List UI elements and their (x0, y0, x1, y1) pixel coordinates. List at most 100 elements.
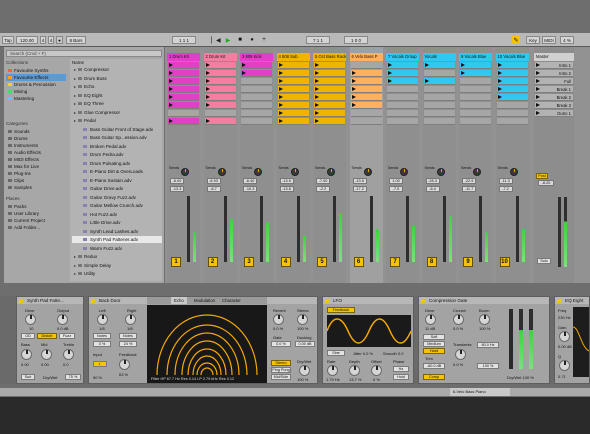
hard-mode-button[interactable]: Hard (423, 348, 445, 354)
send-a-knob[interactable] (217, 168, 226, 176)
empty-clip-slot[interactable] (460, 102, 491, 109)
scene-launch-icon[interactable] (536, 71, 540, 75)
file-item[interactable]: ▸ Compressor (72, 66, 162, 73)
scene-launch[interactable]: Break 2 (535, 94, 573, 101)
clip-slot[interactable] (204, 62, 236, 69)
track-volume[interactable]: -11.3 (498, 178, 513, 184)
volume-fader[interactable] (442, 196, 446, 262)
category-item[interactable]: Max for Live (6, 163, 66, 170)
send-a-knob[interactable] (400, 168, 408, 176)
category-item[interactable]: Plug-Ins (6, 170, 66, 177)
category-item[interactable]: Sounds (6, 128, 66, 135)
expand-arrow-icon[interactable]: ▸ (74, 66, 76, 73)
send-a-knob[interactable] (254, 168, 262, 176)
bass-knob[interactable] (21, 349, 32, 360)
clip-launch-icon[interactable] (351, 87, 356, 91)
collection-item[interactable]: Drums & Percussion (6, 81, 66, 88)
track-activator-button[interactable]: 7 (390, 257, 400, 267)
device-power-icon[interactable] (421, 298, 425, 303)
ducking-value[interactable]: 0.00 dB (295, 341, 315, 347)
device-power-icon[interactable] (325, 298, 329, 303)
thresh-value[interactable]: -60.0 dB (423, 363, 445, 369)
clip-launch-icon[interactable] (315, 103, 319, 107)
empty-clip-slot[interactable] (496, 102, 528, 109)
clip-launch-icon[interactable] (497, 63, 502, 67)
track-activator-button[interactable]: 9 (463, 257, 473, 267)
device-power-icon[interactable] (19, 298, 23, 303)
track-header[interactable]: Vocals (422, 53, 456, 61)
empty-clip-slot[interactable] (387, 102, 418, 109)
clip-slot[interactable] (496, 94, 528, 101)
file-item[interactable]: Bass Guitar Front of Stage.adv (72, 126, 162, 133)
clip-slot[interactable] (387, 70, 418, 77)
clip-launch-icon[interactable] (315, 119, 319, 123)
scene-launch[interactable]: Intro 2 (535, 70, 573, 77)
track-activator-button[interactable]: 10 (499, 257, 510, 267)
clip-slot[interactable] (277, 62, 309, 69)
file-item[interactable]: Bass Guitar Sp...ession.adv (72, 134, 162, 141)
file-item[interactable]: ▸ Redux (72, 253, 162, 260)
collection-item[interactable]: Mixing (6, 88, 66, 95)
empty-clip-slot[interactable] (423, 70, 455, 77)
scene-launch[interactable]: Break 1 (535, 86, 573, 93)
clip-launch-icon[interactable] (315, 87, 319, 91)
send-a-knob[interactable] (290, 168, 299, 176)
clip-launch-icon[interactable] (497, 95, 502, 99)
track-header[interactable]: 3 808 Kick (240, 53, 273, 61)
midi-map-button[interactable]: MIDI (542, 36, 556, 44)
empty-clip-slot[interactable] (423, 102, 455, 109)
clip-launch-icon[interactable] (169, 71, 173, 75)
place-item[interactable]: Current Project (6, 217, 66, 224)
clip-launch-icon[interactable] (278, 103, 283, 107)
empty-clip-slot[interactable] (241, 110, 272, 117)
eq-curve-display[interactable] (572, 307, 590, 377)
boom-knob[interactable] (479, 314, 490, 325)
track-activator-button[interactable]: 1 (171, 257, 181, 267)
metronome-icon[interactable]: ● (56, 36, 63, 44)
right-offset[interactable]: 24 % (119, 341, 137, 347)
clip-launch-icon[interactable] (169, 95, 173, 99)
search-field[interactable]: Search (Cmd + F) (6, 50, 162, 57)
quantization-menu[interactable]: 8 Bars (66, 36, 86, 44)
send-a-knob[interactable] (473, 168, 481, 176)
empty-clip-slot[interactable] (460, 118, 491, 125)
song-position-field[interactable]: 1 1 1 (172, 36, 196, 44)
feedback-map-button[interactable]: Feedback (327, 307, 355, 313)
tab-modulation[interactable]: Modulation (191, 297, 218, 304)
file-item[interactable]: ▸ Drum Buss (72, 75, 162, 82)
key-map-button[interactable]: Key (526, 36, 540, 44)
track-volume[interactable]: -13.5 (352, 178, 367, 184)
file-item[interactable]: ▸ EQ Three (72, 100, 162, 107)
clip-launch-icon[interactable] (278, 119, 283, 123)
hold-button[interactable]: Hold (393, 374, 409, 380)
volume-fader[interactable] (515, 196, 519, 262)
loop-start-field[interactable]: 7 1 1 (306, 36, 330, 44)
clip-slot[interactable] (496, 62, 528, 69)
clip-slot[interactable] (496, 70, 528, 77)
tempo-field[interactable]: 120.00 (16, 36, 38, 44)
medium-mode-button[interactable]: Medium (423, 341, 445, 347)
clip-slot[interactable] (241, 62, 272, 69)
hz-button[interactable]: Hz (393, 366, 409, 372)
crunch-knob[interactable] (453, 314, 464, 325)
distort-button[interactable]: Distort (37, 333, 57, 339)
track-header[interactable]: 9 Vocals Blue (459, 53, 492, 61)
empty-clip-slot[interactable] (496, 118, 528, 125)
left-knob[interactable] (97, 314, 108, 325)
clip-launch-icon[interactable] (205, 79, 210, 83)
tap-tempo-button[interactable]: Tap (2, 36, 14, 44)
file-item[interactable]: ▸ Pedal (72, 117, 162, 124)
file-item[interactable]: Broken Pedal.adv (72, 143, 162, 150)
soft-mode-button[interactable]: Soft (423, 334, 445, 340)
clip-slot[interactable] (204, 86, 236, 93)
clip-slot[interactable] (204, 118, 236, 125)
volume-fader[interactable] (333, 196, 336, 262)
clip-slot[interactable] (350, 70, 382, 77)
comp-button[interactable]: Comp (423, 374, 445, 380)
category-item[interactable]: MIDI Effects (6, 156, 66, 163)
scene-launch-icon[interactable] (536, 95, 540, 99)
stop-icon[interactable]: ■ (236, 36, 244, 44)
send-a-knob[interactable] (436, 168, 445, 176)
clip-slot[interactable] (204, 78, 236, 85)
clip-launch-icon[interactable] (315, 111, 319, 115)
